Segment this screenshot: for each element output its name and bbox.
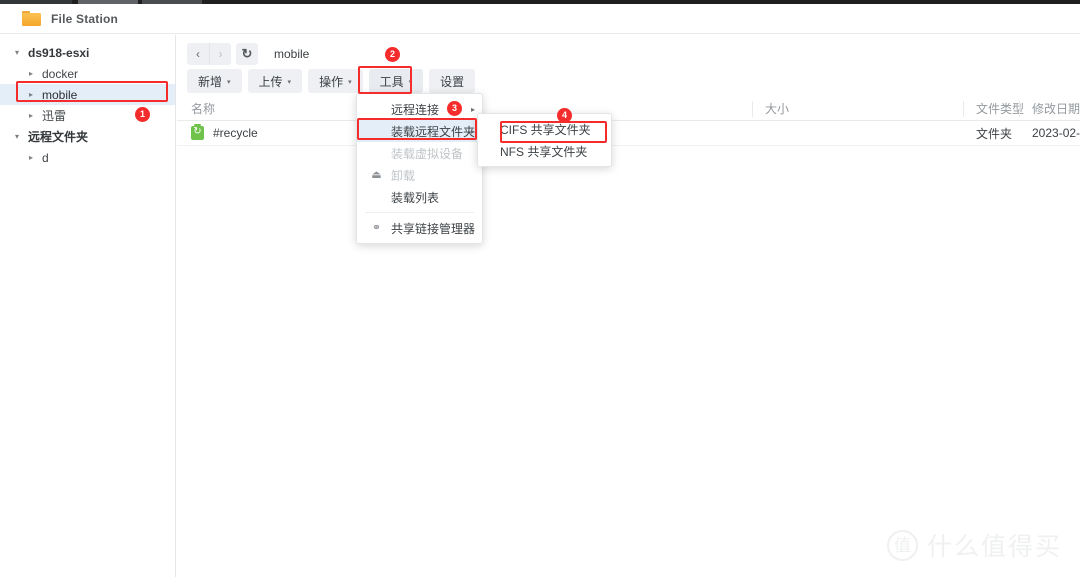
- share-link-icon: ⚭: [371, 221, 382, 234]
- chevron-down-icon: ▾: [227, 78, 231, 86]
- sidebar-item-label: mobile: [42, 87, 78, 102]
- chevron-right-icon[interactable]: ▸: [26, 153, 36, 162]
- chevron-down-icon: ▾: [408, 78, 413, 86]
- remote-submenu-item-1[interactable]: NFS 共享文件夹: [478, 140, 611, 162]
- menu-item-label: 远程连接: [391, 102, 440, 117]
- file-list-rows: #recycle 文件夹 2023-02-: [177, 121, 1080, 146]
- sidebar-item-label: 远程文件夹: [28, 130, 89, 144]
- forward-icon[interactable]: ›: [209, 43, 231, 65]
- recycle-bin-icon: [191, 124, 204, 140]
- toolbar-button-label: 工具: [379, 74, 404, 89]
- chevron-right-icon[interactable]: ▸: [26, 111, 36, 120]
- menu-item-label: 装载列表: [391, 190, 440, 205]
- sidebar-item-0[interactable]: ▾ ds918-esxi: [0, 42, 175, 63]
- file-station-window: File Station ▾ ds918-esxi ▸ docker ▸ mobile ▸ 迅…: [0, 0, 1080, 577]
- tools-menu-item-3: ⏏ 卸载: [357, 164, 482, 186]
- tools-menu-item-0[interactable]: 远程连接 ▸: [357, 98, 482, 120]
- toolbar-button-2[interactable]: 操作 ▾: [308, 69, 363, 93]
- column-header-1[interactable]: 大小: [765, 100, 789, 117]
- reload-icon[interactable]: ↻: [236, 43, 258, 65]
- file-modified-cell: 2023-02-: [1032, 126, 1080, 140]
- folder-icon: [22, 11, 41, 26]
- table-row[interactable]: #recycle 文件夹 2023-02-: [177, 121, 1080, 146]
- toolbar-button-0[interactable]: 新增 ▾: [187, 69, 242, 93]
- navigation-bar: ‹ › ↻ mobile: [187, 43, 555, 65]
- chevron-down-icon: ▾: [287, 78, 292, 86]
- chevron-right-icon[interactable]: ▸: [26, 69, 36, 78]
- menu-item-label: 装载远程文件夹: [391, 124, 476, 139]
- column-header-2[interactable]: 文件类型: [976, 100, 1024, 117]
- toolbar-button-3[interactable]: 工具 ▾: [368, 69, 424, 93]
- chevron-down-icon[interactable]: ▾: [12, 48, 22, 57]
- main-pane: ‹ › ↻ mobile 新增 ▾ 上传 ▾ 操作 ▾ 工具 ▾ 设置 名称 大小 文件类型 修改日期…: [177, 35, 1080, 577]
- file-name-cell: #recycle: [213, 126, 258, 140]
- column-header-0[interactable]: 名称: [191, 100, 215, 117]
- toolbar-button-label: 设置: [440, 74, 465, 89]
- remote-submenu-item-0[interactable]: CIFS 共享文件夹: [478, 118, 611, 140]
- chevron-down-icon: ▾: [348, 78, 352, 86]
- tools-menu-item-1[interactable]: 装载远程文件夹 ▸: [357, 120, 482, 142]
- toolbar-button-label: 新增: [198, 74, 223, 89]
- annotation-badge-2: 2: [385, 47, 400, 62]
- toolbar-button-4[interactable]: 设置: [429, 69, 476, 93]
- menu-item-label: 装载虚拟设备: [391, 146, 464, 161]
- file-type-cell: 文件夹: [976, 126, 1013, 141]
- toolbar-button-1[interactable]: 上传 ▾: [247, 69, 303, 93]
- chevron-down-icon[interactable]: ▾: [12, 132, 22, 141]
- sidebar-item-label: docker: [42, 66, 79, 81]
- annotation-badge-4: 4: [557, 108, 572, 123]
- sidebar-item-4[interactable]: ▾ 远程文件夹: [0, 126, 175, 147]
- menu-item-label: NFS 共享文件夹: [500, 144, 588, 159]
- window-titlebar: File Station: [0, 4, 1080, 34]
- annotation-badge-3: 3: [447, 101, 462, 116]
- tools-dropdown-menu: 远程连接 ▸ 装载远程文件夹 ▸ 装载虚拟设备 ⏏ 卸载 装载列表 ⚭ 共享链接管理器: [356, 93, 483, 244]
- tools-menu-item-6[interactable]: ⚭ 共享链接管理器: [357, 217, 482, 239]
- sidebar-item-label: d: [42, 150, 49, 165]
- tools-menu-item-2: 装载虚拟设备: [357, 142, 482, 164]
- column-header-3[interactable]: 修改日期: [1032, 100, 1080, 117]
- app-title: File Station: [51, 11, 119, 26]
- file-list-header: 名称 大小 文件类型 修改日期: [177, 97, 1080, 121]
- menu-item-label: 共享链接管理器: [391, 221, 476, 236]
- annotation-badge-1: 1: [135, 107, 150, 122]
- column-resize-handle-1[interactable]: [963, 101, 964, 117]
- toolbar-button-label: 上传: [258, 74, 283, 89]
- back-icon[interactable]: ‹: [187, 43, 209, 65]
- chevron-right-icon: ▸: [470, 104, 475, 114]
- mount-remote-folder-submenu: CIFS 共享文件夹 NFS 共享文件夹: [477, 113, 612, 167]
- sidebar-item-5[interactable]: ▸ d: [0, 147, 175, 168]
- menu-item-label: CIFS 共享文件夹: [500, 122, 591, 137]
- menu-separator: [365, 212, 474, 213]
- toolbar: 新增 ▾ 上传 ▾ 操作 ▾ 工具 ▾ 设置: [187, 69, 476, 93]
- tools-menu-item-4[interactable]: 装载列表: [357, 186, 482, 208]
- column-resize-handle-2[interactable]: [1019, 101, 1020, 117]
- chevron-right-icon: ▸: [470, 126, 475, 136]
- eject-icon: ⏏: [371, 168, 382, 181]
- sidebar-item-1[interactable]: ▸ docker: [0, 63, 175, 84]
- chevron-right-icon[interactable]: ▸: [26, 90, 36, 99]
- path-input[interactable]: mobile: [265, 43, 555, 65]
- toolbar-button-label: 操作: [319, 74, 344, 89]
- column-resize-handle-0[interactable]: [752, 101, 753, 117]
- sidebar-item-label: ds918-esxi: [28, 45, 90, 60]
- menu-item-label: 卸载: [391, 168, 416, 183]
- sidebar-item-2[interactable]: ▸ mobile: [0, 84, 175, 105]
- sidebar-item-label: 迅雷: [42, 109, 67, 123]
